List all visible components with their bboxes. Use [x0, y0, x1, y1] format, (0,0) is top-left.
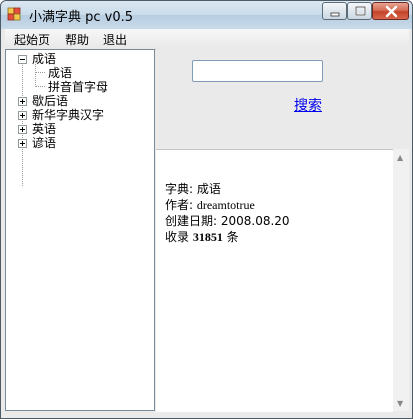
category-tree[interactable]: 成语 成语 拼音首字母 歇后语 新华字典汉字 英语 谚语	[5, 49, 155, 411]
expand-icon[interactable]	[18, 97, 27, 106]
info-dictionary: 字典: 成语	[165, 180, 221, 197]
info-date-value: 2008.08.20	[220, 214, 290, 228]
tree-item-xiehouyu[interactable]: 歇后语	[32, 94, 68, 108]
dictionary-info-panel: 字典: 成语 作者: dreamtotrue 创建日期: 2008.08.20 …	[156, 149, 393, 412]
info-count-unit: 条	[222, 230, 239, 244]
info-dictionary-label: 字典:	[165, 182, 197, 196]
close-icon	[385, 5, 398, 18]
info-count-label: 收录	[165, 230, 193, 244]
close-button[interactable]	[372, 2, 409, 20]
info-entry-count: 收录 31851 条	[165, 228, 239, 245]
tree-item-english[interactable]: 英语	[32, 122, 56, 136]
tree-connector	[35, 64, 36, 87]
info-author-label: 作者:	[165, 198, 197, 212]
tree-item-xinhua[interactable]: 新华字典汉字	[32, 108, 104, 122]
scroll-down-arrow-icon[interactable]: ▼	[397, 399, 403, 408]
title-bar[interactable]: 小满字典 pc v0.5	[1, 1, 412, 29]
menu-start-page[interactable]: 起始页	[14, 31, 50, 48]
menu-exit[interactable]: 退出	[103, 31, 127, 48]
app-window: 小满字典 pc v0.5 起始页 帮助 退出 成语 成语 拼音首字母 歇后语 新…	[0, 0, 413, 419]
tree-connector	[35, 72, 45, 73]
expand-icon[interactable]	[18, 125, 27, 134]
menu-bar: 起始页 帮助 退出	[5, 29, 409, 50]
info-dictionary-value: 成语	[196, 182, 221, 196]
maximize-button[interactable]	[347, 2, 372, 20]
collapse-icon[interactable]	[18, 55, 27, 64]
minimize-button[interactable]	[322, 2, 347, 20]
app-icon	[7, 7, 21, 21]
menu-help[interactable]: 帮助	[65, 31, 89, 48]
info-author: 作者: dreamtotrue	[165, 196, 255, 213]
info-count-value: 31851	[192, 230, 223, 244]
scroll-up-arrow-icon[interactable]: ▲	[397, 153, 403, 162]
maximize-icon	[354, 5, 367, 17]
info-author-value: dreamtotrue	[196, 198, 255, 212]
minimize-icon	[330, 12, 340, 17]
tree-item-idiom[interactable]: 成语	[32, 52, 56, 66]
tree-item-proverb[interactable]: 谚语	[32, 136, 56, 150]
search-link[interactable]: 搜索	[294, 95, 322, 115]
window-title: 小满字典 pc v0.5	[29, 10, 134, 25]
info-date-label: 创建日期:	[165, 214, 221, 228]
tree-connector	[35, 86, 45, 87]
expand-icon[interactable]	[18, 139, 27, 148]
tree-subitem-idiom[interactable]: 成语	[48, 66, 72, 80]
search-input[interactable]	[192, 60, 323, 82]
info-scrollbar[interactable]: ▲ ▼	[393, 149, 409, 411]
info-created-date: 创建日期: 2008.08.20	[165, 212, 290, 229]
tree-subitem-pinyin-initials[interactable]: 拼音首字母	[48, 80, 108, 94]
expand-icon[interactable]	[18, 111, 27, 120]
